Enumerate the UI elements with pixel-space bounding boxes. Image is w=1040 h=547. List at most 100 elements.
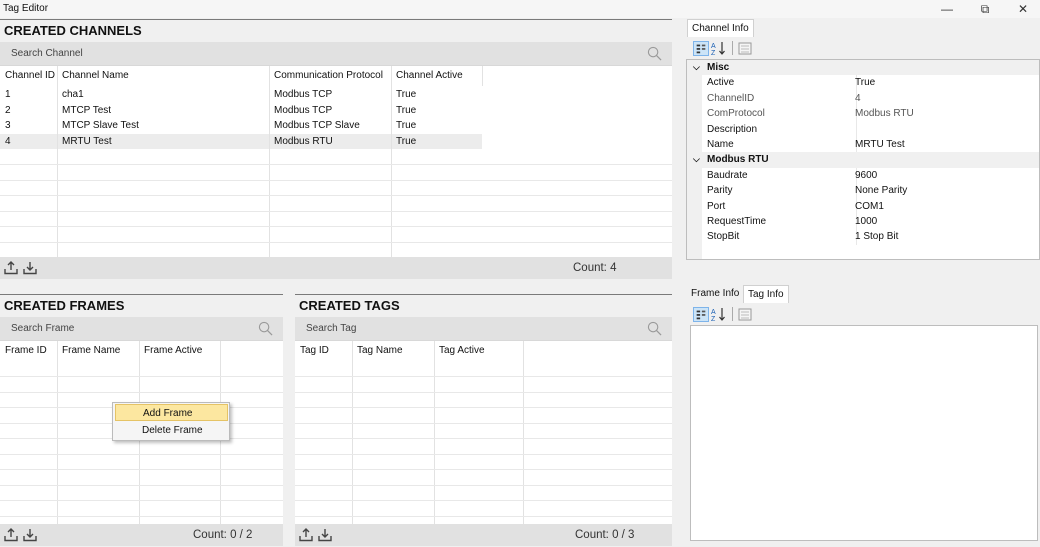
property-row-active[interactable]: Active True xyxy=(687,75,1039,90)
item-info-panel: Frame Info Tag Info AZ xyxy=(686,285,1040,547)
download-icon[interactable] xyxy=(23,528,37,542)
minimize-button[interactable]: — xyxy=(928,0,966,18)
search-icon[interactable] xyxy=(647,321,662,336)
alphabetical-sort-icon[interactable]: AZ xyxy=(711,307,727,322)
svg-text:A: A xyxy=(711,43,716,50)
frame-search-bar[interactable]: Search Frame xyxy=(0,317,283,341)
property-value: 4 xyxy=(855,92,861,104)
tags-count: Count: 0 / 3 xyxy=(575,529,635,541)
column-header-frame-id[interactable]: Frame ID xyxy=(1,341,47,361)
upload-icon[interactable] xyxy=(4,261,18,275)
restore-button[interactable]: ⧉ xyxy=(966,0,1004,18)
column-header-channel-active[interactable]: Channel Active xyxy=(392,66,463,86)
property-row-description[interactable]: Description xyxy=(687,122,1039,137)
property-row-port[interactable]: Port COM1 xyxy=(687,199,1039,214)
chevron-down-icon[interactable]: ⌵ xyxy=(693,152,700,167)
property-row-requesttime[interactable]: RequestTime 1000 xyxy=(687,214,1039,229)
upload-icon[interactable] xyxy=(299,528,313,542)
categorized-view-icon[interactable] xyxy=(693,41,709,56)
tag-search-placeholder: Search Tag xyxy=(306,323,357,334)
property-value[interactable]: True xyxy=(855,75,875,90)
search-icon[interactable] xyxy=(647,46,662,61)
categorized-view-icon[interactable] xyxy=(693,307,709,322)
download-icon[interactable] xyxy=(23,261,37,275)
frames-title: CREATED FRAMES xyxy=(0,294,283,317)
delete-frame-menu-item[interactable]: Delete Frame xyxy=(115,422,228,439)
property-name: ComProtocol xyxy=(707,108,765,120)
table-cell[interactable]: True xyxy=(392,118,416,133)
column-header-frame-name[interactable]: Frame Name xyxy=(58,341,120,361)
download-icon[interactable] xyxy=(318,528,332,542)
column-header-protocol[interactable]: Communication Protocol xyxy=(270,66,383,86)
title-bar: Tag Editor — ⧉ ✕ xyxy=(0,0,1040,18)
channels-grid[interactable]: Channel ID Channel Name Communication Pr… xyxy=(0,66,672,257)
property-name: Port xyxy=(707,200,726,212)
property-value[interactable]: 1 Stop Bit xyxy=(855,229,898,244)
table-cell[interactable]: True xyxy=(392,134,416,149)
frames-footer: Count: 0 / 2 xyxy=(0,524,283,546)
property-row-baudrate[interactable]: Baudrate 9600 xyxy=(687,168,1039,183)
tags-title: CREATED TAGS xyxy=(295,294,672,317)
category-modbus-rtu[interactable]: ⌵ Modbus RTU xyxy=(687,152,1039,168)
property-row-parity[interactable]: Parity None Parity xyxy=(687,183,1039,198)
table-cell[interactable]: True xyxy=(392,103,416,118)
item-info-toolbar: AZ xyxy=(686,303,1040,325)
property-pages-icon[interactable] xyxy=(737,41,753,56)
column-header-tag-active[interactable]: Tag Active xyxy=(435,341,485,361)
table-cell[interactable]: Modbus RTU xyxy=(270,134,333,149)
property-row-stopbit[interactable]: StopBit 1 Stop Bit xyxy=(687,229,1039,244)
property-row-channelid[interactable]: ChannelID 4 xyxy=(687,91,1039,106)
channel-property-grid[interactable]: ⌵ Misc Active True ChannelID 4 ComProtoc… xyxy=(686,59,1040,260)
property-name: RequestTime xyxy=(707,216,767,227)
frame-search-placeholder: Search Frame xyxy=(11,323,75,334)
property-name: Parity xyxy=(707,185,733,197)
tab-tag-info[interactable]: Tag Info xyxy=(743,285,789,303)
table-cell[interactable]: Modbus TCP xyxy=(270,103,332,118)
property-name: Name xyxy=(707,139,734,150)
column-header-tag-id[interactable]: Tag ID xyxy=(296,341,329,361)
property-value[interactable]: COM1 xyxy=(855,199,884,214)
chevron-down-icon[interactable]: ⌵ xyxy=(693,60,700,75)
column-header-tag-name[interactable]: Tag Name xyxy=(353,341,403,361)
property-row-comprotocol[interactable]: ComProtocol Modbus RTU xyxy=(687,106,1039,121)
table-cell[interactable]: MRTU Test xyxy=(58,134,112,149)
property-value[interactable]: 9600 xyxy=(855,168,877,183)
add-frame-menu-item[interactable]: Add Frame xyxy=(115,404,228,421)
column-header-channel-id[interactable]: Channel ID xyxy=(1,66,55,86)
table-cell[interactable]: Modbus TCP xyxy=(270,87,332,102)
table-cell[interactable]: True xyxy=(392,87,416,102)
search-icon[interactable] xyxy=(258,321,273,336)
property-pages-icon[interactable] xyxy=(737,307,753,322)
channel-info-panel: Channel Info AZ ⌵ Misc Active True Chann… xyxy=(686,19,1040,267)
table-cell[interactable]: 1 xyxy=(1,87,11,102)
close-button[interactable]: ✕ xyxy=(1004,0,1040,18)
tab-channel-info[interactable]: Channel Info xyxy=(687,19,754,37)
alphabetical-sort-icon[interactable]: AZ xyxy=(711,41,727,56)
property-value[interactable]: None Parity xyxy=(855,183,907,198)
column-header-frame-active[interactable]: Frame Active xyxy=(140,341,202,361)
upload-icon[interactable] xyxy=(4,528,18,542)
tags-grid[interactable]: Tag ID Tag Name Tag Active xyxy=(295,341,672,524)
tab-frame-info[interactable]: Frame Info xyxy=(687,285,743,303)
column-header-channel-name[interactable]: Channel Name xyxy=(58,66,129,86)
frames-count: Count: 0 / 2 xyxy=(193,529,253,541)
table-cell[interactable]: MTCP Slave Test xyxy=(58,118,139,133)
property-value[interactable]: MRTU Test xyxy=(855,137,905,152)
channel-search-bar[interactable]: Search Channel xyxy=(0,42,672,66)
table-cell[interactable]: 4 xyxy=(1,134,11,149)
property-row-name[interactable]: Name MRTU Test xyxy=(687,137,1039,152)
channels-panel: CREATED CHANNELS Search Channel Channel … xyxy=(0,19,672,279)
category-label: Modbus RTU xyxy=(707,154,769,166)
tag-search-bar[interactable]: Search Tag xyxy=(295,317,672,341)
category-misc[interactable]: ⌵ Misc xyxy=(687,60,1039,76)
table-cell[interactable]: MTCP Test xyxy=(58,103,111,118)
property-value[interactable]: 1000 xyxy=(855,214,877,229)
property-name: Description xyxy=(707,123,758,135)
property-value: Modbus RTU xyxy=(855,108,914,120)
tag-property-grid[interactable] xyxy=(690,325,1038,541)
table-cell[interactable]: 2 xyxy=(1,103,11,118)
channel-info-toolbar: AZ xyxy=(686,37,1040,59)
table-cell[interactable]: cha1 xyxy=(58,87,84,102)
table-cell[interactable]: 3 xyxy=(1,118,11,133)
table-cell[interactable]: Modbus TCP Slave xyxy=(270,118,360,133)
